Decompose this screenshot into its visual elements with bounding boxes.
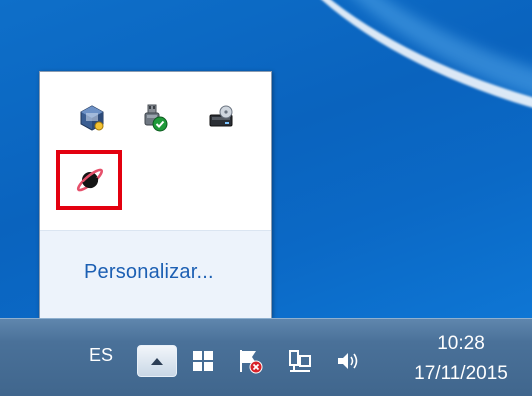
action-center-flag-icon[interactable] [187, 345, 219, 377]
clock-date: 17/11/2015 [414, 363, 508, 384]
volume-icon[interactable] [332, 345, 364, 377]
virtualbox-icon[interactable] [72, 98, 112, 138]
language-indicator[interactable]: ES [89, 345, 113, 366]
safely-remove-hardware-icon[interactable] [134, 98, 174, 138]
chevron-up-icon [151, 358, 163, 365]
overflow-icon-grid [40, 72, 271, 230]
disk-drive-icon[interactable] [201, 98, 241, 138]
taskbar: ES 10:28 17/11/2015 [0, 318, 532, 396]
clock-time: 10:28 [437, 333, 485, 354]
notification-area-overflow-popup: Personalizar... [39, 71, 272, 318]
clock[interactable]: 10:28 17/11/2015 [396, 331, 526, 387]
customize-link[interactable]: Personalizar... [84, 261, 214, 284]
highlight-box [56, 150, 122, 210]
action-center-alert-icon[interactable] [234, 345, 266, 377]
popup-footer: Personalizar... [40, 230, 271, 318]
network-icon[interactable] [284, 345, 316, 377]
show-hidden-icons-button[interactable] [137, 345, 177, 377]
